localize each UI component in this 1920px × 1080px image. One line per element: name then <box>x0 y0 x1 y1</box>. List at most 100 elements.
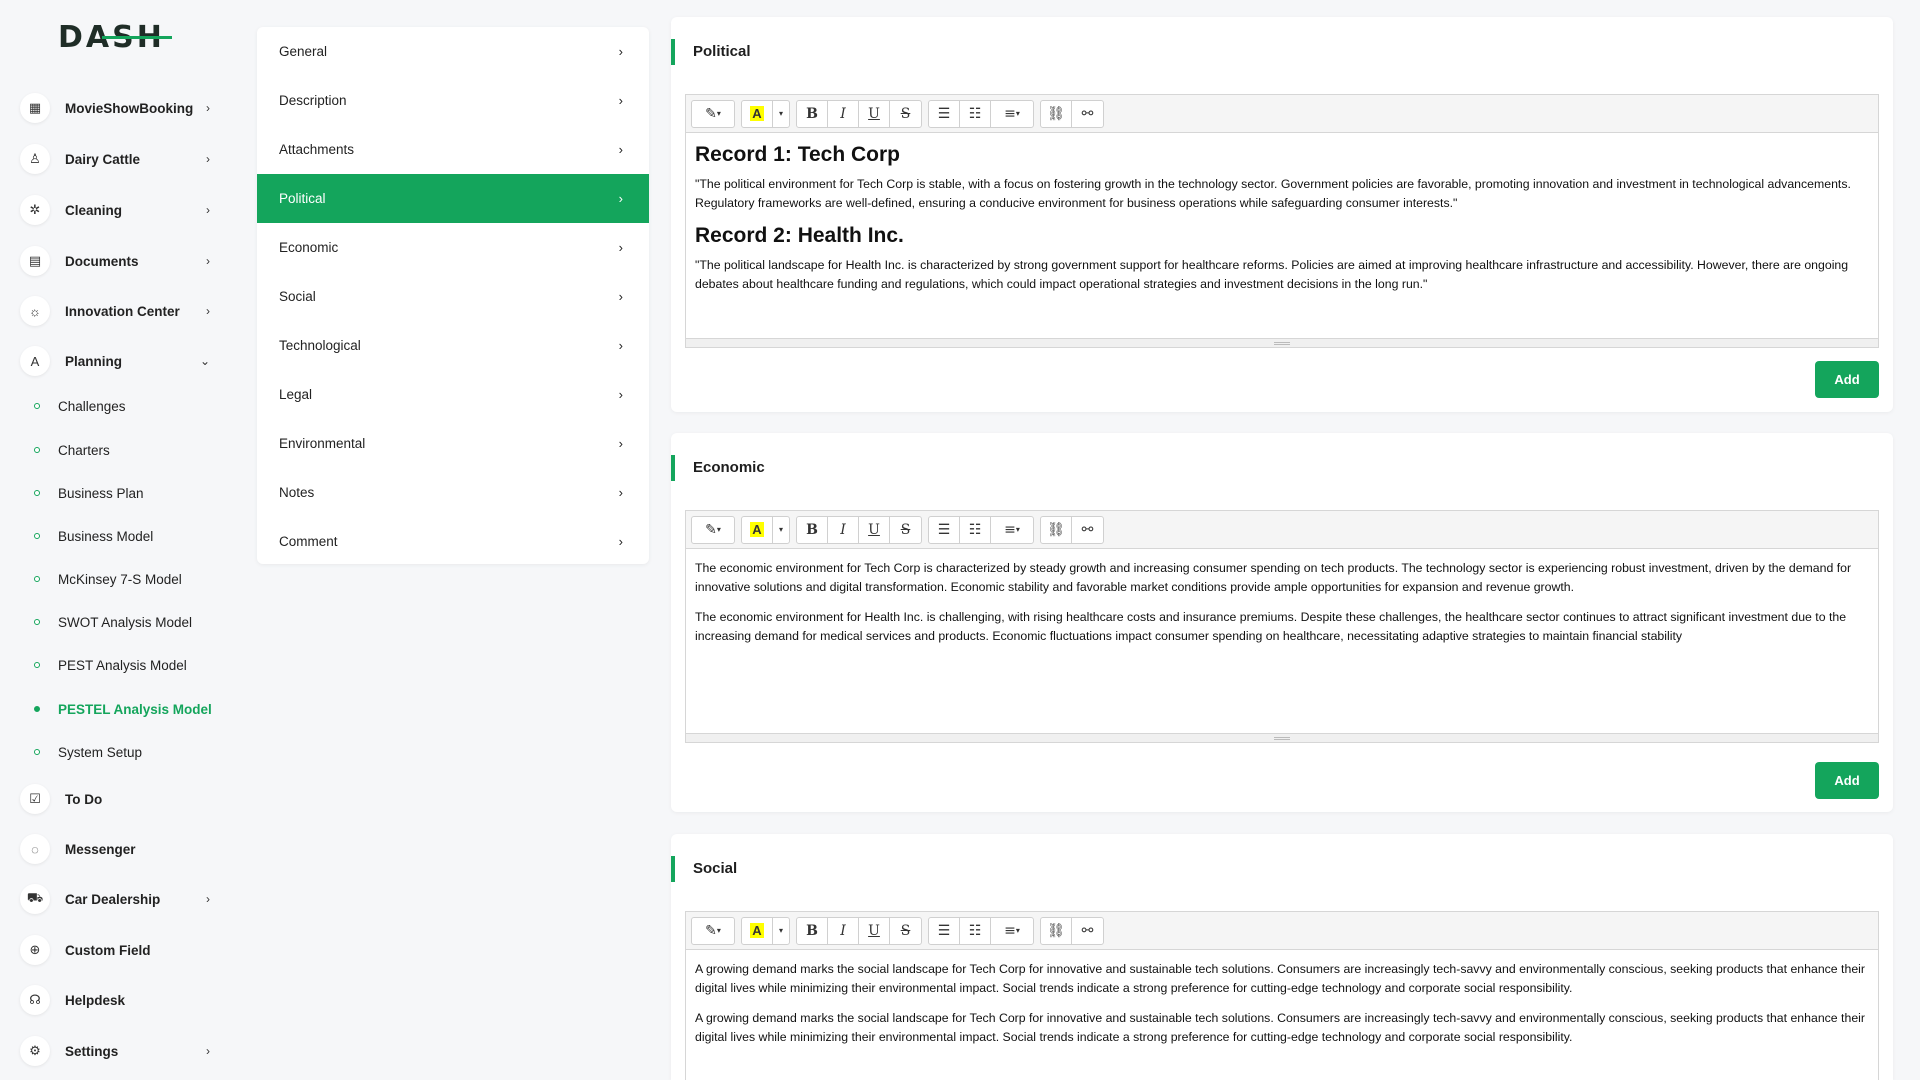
sidebar-item-label: Documents <box>65 253 139 269</box>
bold-icon[interactable]: B <box>797 917 828 944</box>
sidebar-subitem-label: PESTEL Analysis Model <box>58 701 212 717</box>
sidebar-item-car-dealership[interactable]: ⛟ Car Dealership › <box>20 881 210 917</box>
highlight-color-icon[interactable]: A <box>742 917 773 944</box>
link-icon[interactable]: ⛓ <box>1041 917 1072 944</box>
link-icon[interactable]: ⛓ <box>1041 100 1072 127</box>
numbered-list-icon[interactable]: ☷ <box>960 100 991 127</box>
lightbulb-icon: ☼ <box>20 296 50 326</box>
sidebar-item-settings[interactable]: ⚙ Settings › <box>20 1033 210 1069</box>
menu-item-description[interactable]: Description › <box>257 76 649 125</box>
record-heading: Record 1: Tech Corp <box>695 143 900 166</box>
align-icon[interactable]: ≡ ▾ <box>991 101 1033 127</box>
magic-wand-icon[interactable]: ✎ ▾ <box>692 517 734 543</box>
magic-wand-icon[interactable]: ✎ ▾ <box>692 101 734 127</box>
chevron-right-icon: › <box>206 101 210 115</box>
chevron-right-icon: › <box>618 436 623 451</box>
bullet-icon <box>34 619 40 625</box>
bullet-list-icon[interactable]: ☰ <box>929 917 960 944</box>
menu-item-comment[interactable]: Comment › <box>257 517 649 564</box>
sidebar-subitem-pestel[interactable]: PESTEL Analysis Model <box>34 698 212 720</box>
sidebar-subitem-challenges[interactable]: Challenges <box>34 395 126 417</box>
economic-card: Economic ✎ ▾ A ▾ B I U S ☰ ☷ ≡ ▾ ⛓ ⚯ The ec… <box>671 433 1893 812</box>
sidebar-item-helpdesk[interactable]: ☊ Helpdesk <box>20 982 210 1018</box>
editor-content[interactable]: Record 1: Tech Corp "The political envir… <box>686 133 1878 329</box>
magic-wand-icon[interactable]: ✎ ▾ <box>692 918 734 944</box>
caret-down-icon[interactable]: ▾ <box>773 101 789 127</box>
italic-icon[interactable]: I <box>828 516 859 543</box>
sidebar-item-planning[interactable]: A Planning ⌄ <box>20 343 210 379</box>
strikethrough-icon[interactable]: S <box>890 918 921 944</box>
menu-item-environmental[interactable]: Environmental › <box>257 419 649 468</box>
sidebar-item-messenger[interactable]: ◌ Messenger <box>20 831 210 867</box>
sidebar-item-innovation-center[interactable]: ☼ Innovation Center › <box>20 293 210 329</box>
menu-item-label: General <box>279 44 328 59</box>
resize-handle[interactable] <box>686 338 1878 347</box>
chevron-right-icon: › <box>618 338 623 353</box>
menu-item-label: Economic <box>279 240 339 255</box>
sidebar-item-todo[interactable]: ☑ To Do <box>20 781 210 817</box>
menu-item-general[interactable]: General › <box>257 27 649 76</box>
unlink-icon[interactable]: ⚯ <box>1072 517 1103 543</box>
sidebar-subitem-business-model[interactable]: Business Model <box>34 525 153 547</box>
plus-circle-icon: ⊕ <box>20 935 50 965</box>
editor-toolbar: ✎ ▾ A ▾ B I U S ☰ ☷ ≡ ▾ ⛓ ⚯ <box>686 912 1878 950</box>
chevron-right-icon: › <box>618 289 623 304</box>
menu-item-social[interactable]: Social › <box>257 272 649 321</box>
bullet-list-icon[interactable]: ☰ <box>929 100 960 127</box>
chevron-right-icon: › <box>618 191 623 206</box>
menu-item-technological[interactable]: Technological › <box>257 321 649 370</box>
record-heading: Record 2: Health Inc. <box>695 224 904 247</box>
menu-item-notes[interactable]: Notes › <box>257 468 649 517</box>
italic-icon[interactable]: I <box>828 100 859 127</box>
sidebar-item-custom-field[interactable]: ⊕ Custom Field <box>20 932 210 968</box>
bullet-icon <box>34 533 40 539</box>
highlight-color-icon[interactable]: A <box>742 100 773 127</box>
sidebar-subitem-swot[interactable]: SWOT Analysis Model <box>34 611 192 633</box>
sidebar-item-cleaning[interactable]: ✲ Cleaning › <box>20 192 210 228</box>
chevron-right-icon: › <box>618 44 623 59</box>
resize-handle[interactable] <box>686 733 1878 742</box>
sidebar-subitem-label: Business Model <box>58 528 154 544</box>
align-icon[interactable]: ≡ ▾ <box>991 517 1033 543</box>
chevron-right-icon: › <box>206 1044 210 1058</box>
link-icon[interactable]: ⛓ <box>1041 516 1072 543</box>
sidebar-item-label: Messenger <box>65 841 136 857</box>
sidebar-subitem-label: SWOT Analysis Model <box>58 614 193 630</box>
underline-icon[interactable]: U <box>859 100 890 127</box>
economic-editor: ✎ ▾ A ▾ B I U S ☰ ☷ ≡ ▾ ⛓ ⚯ The economic en… <box>685 510 1879 743</box>
editor-content[interactable]: A growing demand marks the social landsc… <box>686 950 1878 1080</box>
menu-item-economic[interactable]: Economic › <box>257 223 649 272</box>
underline-icon[interactable]: U <box>859 516 890 543</box>
sidebar-subitem-mckinsey[interactable]: McKinsey 7-S Model <box>34 568 182 590</box>
bold-icon[interactable]: B <box>797 516 828 543</box>
caret-down-icon[interactable]: ▾ <box>773 517 789 543</box>
numbered-list-icon[interactable]: ☷ <box>960 516 991 543</box>
sidebar-subitem-business-plan[interactable]: Business Plan <box>34 482 144 504</box>
menu-item-legal[interactable]: Legal › <box>257 370 649 419</box>
align-icon[interactable]: ≡ ▾ <box>991 918 1033 944</box>
sidebar-subitem-system-setup[interactable]: System Setup <box>34 741 142 763</box>
sidebar-item-documents[interactable]: ▤ Documents › <box>20 243 210 279</box>
menu-item-attachments[interactable]: Attachments › <box>257 125 649 174</box>
highlight-color-icon[interactable]: A <box>742 516 773 543</box>
unlink-icon[interactable]: ⚯ <box>1072 101 1103 127</box>
sidebar-item-movieshowbooking[interactable]: ▦ MovieShowBooking › <box>20 90 210 126</box>
strikethrough-icon[interactable]: S <box>890 517 921 543</box>
strikethrough-icon[interactable]: S <box>890 101 921 127</box>
unlink-icon[interactable]: ⚯ <box>1072 918 1103 944</box>
social-editor: ✎ ▾ A ▾ B I U S ☰ ☷ ≡ ▾ ⛓ ⚯ A growing deman… <box>685 911 1879 1080</box>
sidebar-subitem-charters[interactable]: Charters <box>34 439 110 461</box>
bold-icon[interactable]: B <box>797 100 828 127</box>
bullet-list-icon[interactable]: ☰ <box>929 516 960 543</box>
italic-icon[interactable]: I <box>828 917 859 944</box>
add-button[interactable]: Add <box>1815 762 1879 799</box>
sidebar-subitem-pest[interactable]: PEST Analysis Model <box>34 654 187 676</box>
menu-item-political[interactable]: Political › <box>257 174 649 223</box>
add-button[interactable]: Add <box>1815 361 1879 398</box>
underline-icon[interactable]: U <box>859 917 890 944</box>
numbered-list-icon[interactable]: ☷ <box>960 917 991 944</box>
sidebar-item-dairy-cattle[interactable]: ♙ Dairy Cattle › <box>20 141 210 177</box>
caret-down-icon[interactable]: ▾ <box>773 918 789 944</box>
editor-content[interactable]: The economic environment for Tech Corp i… <box>686 549 1878 733</box>
chevron-down-icon: ⌄ <box>199 354 210 368</box>
